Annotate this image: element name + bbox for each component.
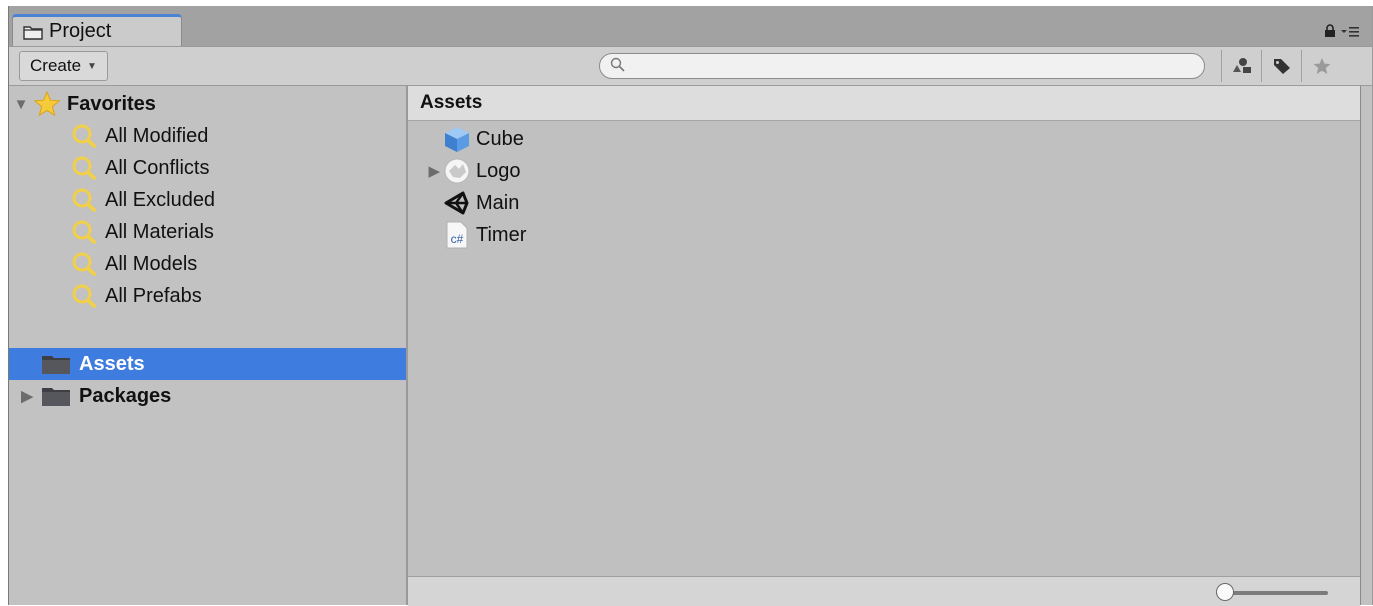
favorite-item[interactable]: All Materials [9,216,406,248]
asset-list-panel: Assets Cube ▶ Logo Main c# Timer [408,86,1361,606]
expand-right-icon[interactable]: ▶ [19,387,35,405]
toolbar: Create ▼ [9,46,1372,86]
asset-label: Main [476,191,520,214]
favorite-item[interactable]: All Modified [9,120,406,152]
folder-icon [41,385,71,407]
status-bar [408,576,1360,606]
favorites-header[interactable]: ▼ Favorites [9,88,406,120]
favorite-label: All Conflicts [105,156,210,179]
dropdown-arrow-icon: ▼ [87,60,97,72]
create-button[interactable]: Create ▼ [19,51,108,81]
asset-item-timer[interactable]: c# Timer [408,219,526,251]
folder-label: Assets [79,352,145,375]
folder-icon [23,24,43,40]
favorites-label: Favorites [67,92,156,115]
expand-down-icon[interactable]: ▼ [13,96,29,113]
asset-label: Timer [476,223,527,246]
favorite-label: All Materials [105,220,214,243]
folder-icon [41,353,71,375]
breadcrumb[interactable]: Assets [408,86,1360,121]
tab-label: Project [49,20,112,42]
search-icon [610,57,626,78]
star-icon [33,90,61,117]
tab-project[interactable]: Project [12,14,182,46]
favorite-item[interactable]: All Prefabs [9,280,406,312]
create-label: Create [30,56,82,75]
folder-item-packages[interactable]: ▶ Packages [9,380,406,412]
favorite-item[interactable]: All Conflicts [9,152,406,184]
folder-tree: ▼ Favorites All Modified All Conflicts A… [9,86,408,605]
search-filter-icon [71,123,97,149]
csharp-label: c# [450,232,464,246]
search-input[interactable] [599,53,1205,79]
asset-item-logo[interactable]: ▶ Logo [408,155,521,187]
favorite-label: All Modified [105,124,209,147]
favorite-item[interactable]: All Models [9,248,406,280]
search-filter-icon [71,219,97,245]
asset-item-main[interactable]: Main [408,187,519,219]
search-filter-icon [71,251,97,277]
project-window: Project Create ▼ ▼ Favorites All Modifie… [8,6,1373,606]
menu-icon[interactable] [1340,25,1360,43]
favorite-label: All Excluded [105,188,216,211]
expand-right-icon[interactable]: ▶ [408,162,442,180]
favorite-label: All Models [105,252,198,275]
favorite-item[interactable]: All Excluded [9,184,406,216]
folder-item-assets[interactable]: Assets [9,348,406,380]
cube-icon [442,125,472,153]
filter-icons [1221,50,1341,82]
zoom-slider-handle[interactable] [1216,583,1234,601]
breadcrumb-label: Assets [420,92,483,113]
asset-label: Cube [476,127,524,150]
search-filter-icon [71,155,97,181]
filter-by-label-icon[interactable] [1261,50,1301,82]
search-filter-icon [71,187,97,213]
unity-scene-icon [442,189,472,217]
texture-icon [442,157,472,185]
csharp-script-icon: c# [442,221,472,249]
filter-by-type-icon[interactable] [1221,50,1261,82]
tab-strip: Project [9,6,1372,46]
asset-label: Logo [476,159,521,182]
asset-item-cube[interactable]: Cube [408,123,524,155]
search-filter-icon [71,283,97,309]
folder-label: Packages [79,384,172,407]
window-controls [1324,24,1360,43]
favorite-label: All Prefabs [105,284,202,307]
lock-icon[interactable] [1324,24,1336,43]
favorites-star-icon[interactable] [1301,50,1341,82]
